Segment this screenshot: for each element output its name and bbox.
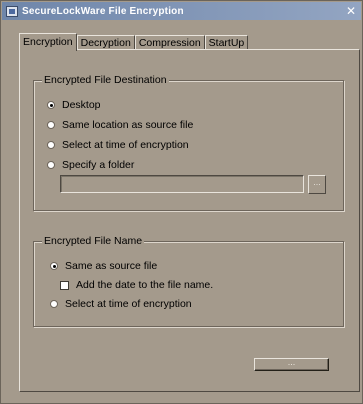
tab-compression[interactable]: Compression: [134, 35, 205, 50]
file-name-group-title: Encrypted File Name: [42, 235, 145, 247]
radio-name-select-at-encryption[interactable]: Select at time of encryption: [50, 298, 192, 310]
checkbox[interactable]: [60, 280, 69, 290]
radio-name-select-at-encryption-label: Select at time of encryption: [65, 298, 192, 310]
radio-same-as-source-label: Same as source file: [65, 260, 158, 272]
radio-same-location-label: Same location as source file: [62, 119, 194, 131]
ok-button[interactable]: ...: [254, 358, 329, 371]
radio-select-at-encryption-label: Select at time of encryption: [62, 139, 189, 151]
radio-select-at-encryption[interactable]: Select at time of encryption: [47, 139, 189, 151]
browse-folder-button[interactable]: ...: [308, 175, 326, 194]
tab-decryption[interactable]: Decryption: [76, 35, 135, 50]
radio-button[interactable]: [47, 121, 55, 129]
folder-path-input[interactable]: [60, 175, 304, 193]
tab-strip: Encryption Decryption Compression StartU…: [19, 33, 249, 51]
window-title: SecureLockWare File Encryption: [22, 5, 184, 17]
radio-button[interactable]: [47, 161, 55, 169]
radio-specify-folder-label: Specify a folder: [62, 159, 135, 171]
destination-group-title: Encrypted File Destination: [42, 74, 169, 86]
tab-startup[interactable]: StartUp: [204, 35, 249, 50]
checkbox-add-date[interactable]: Add the date to the file name.: [60, 279, 213, 291]
radio-desktop-label: Desktop: [62, 99, 101, 111]
radio-button[interactable]: [50, 300, 58, 308]
app-window: SecureLockWare File Encryption ✕ Encrypt…: [0, 0, 363, 404]
radio-button[interactable]: [47, 101, 55, 109]
tab-encryption[interactable]: Encryption: [19, 33, 77, 51]
radio-same-as-source[interactable]: Same as source file: [50, 260, 157, 272]
close-icon[interactable]: ✕: [345, 5, 357, 17]
radio-button[interactable]: [47, 141, 55, 149]
title-bar[interactable]: SecureLockWare File Encryption ✕: [2, 2, 361, 20]
radio-desktop[interactable]: Desktop: [47, 99, 101, 111]
radio-button[interactable]: [50, 262, 58, 270]
radio-same-location[interactable]: Same location as source file: [47, 119, 193, 131]
app-window-icon: [6, 5, 18, 17]
radio-specify-folder[interactable]: Specify a folder: [47, 159, 134, 171]
checkbox-add-date-label: Add the date to the file name.: [76, 279, 214, 291]
